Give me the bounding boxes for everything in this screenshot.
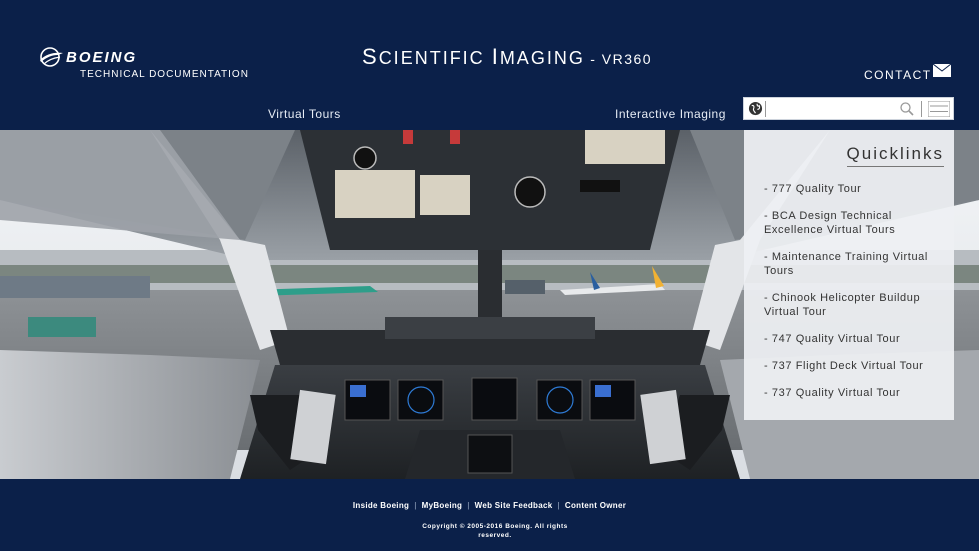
boeing-logo[interactable]: BOEING bbox=[38, 44, 137, 70]
quicklinks-title: Quicklinks bbox=[846, 144, 944, 167]
footer-link-myboeing[interactable]: MyBoeing bbox=[422, 501, 463, 510]
quicklink-777-quality-tour[interactable]: - 777 Quality Tour bbox=[764, 182, 944, 196]
search-divider-2 bbox=[921, 101, 922, 117]
nav-virtual-tours[interactable]: Virtual Tours bbox=[268, 107, 341, 121]
quicklinks-list: - 777 Quality Tour - BCA Design Technica… bbox=[764, 182, 944, 413]
footer-link-inside-boeing[interactable]: Inside Boeing bbox=[353, 501, 409, 510]
footer-links: Inside Boeing | MyBoeing | Web Site Feedback… bbox=[0, 501, 979, 510]
globe-icon[interactable] bbox=[748, 101, 763, 116]
page-title: SCIENTIFIC IMAGING - VR360 bbox=[362, 44, 653, 69]
nav-interactive-imaging[interactable]: Interactive Imaging bbox=[615, 107, 726, 121]
quicklink-chinook-helicopter-buildup[interactable]: - Chinook Helicopter Buildup Virtual Tou… bbox=[764, 291, 944, 319]
quicklink-737-quality-virtual-tour[interactable]: - 737 Quality Virtual Tour bbox=[764, 386, 944, 400]
boeing-symbol-icon bbox=[40, 47, 63, 67]
copyright-text: Copyright © 2005-2016 Boeing. All rights… bbox=[422, 523, 568, 539]
search-divider bbox=[765, 101, 766, 117]
quicklinks-panel: Quicklinks - 777 Quality Tour - BCA Desi… bbox=[744, 130, 954, 420]
site-footer: Inside Boeing | MyBoeing | Web Site Feedback… bbox=[0, 479, 979, 551]
logo-wordmark: BOEING bbox=[66, 48, 138, 66]
footer-link-web-site-feedback[interactable]: Web Site Feedback bbox=[475, 501, 553, 510]
quicklink-bca-design-technical-excellence[interactable]: - BCA Design Technical Excellence Virtua… bbox=[764, 209, 944, 237]
footer-separator: | bbox=[467, 501, 470, 510]
menu-icon[interactable] bbox=[928, 101, 950, 117]
site-subtitle: TECHNICAL DOCUMENTATION bbox=[80, 69, 249, 80]
search-input[interactable] bbox=[768, 100, 902, 119]
quicklink-747-quality-virtual-tour[interactable]: - 747 Quality Virtual Tour bbox=[764, 332, 944, 346]
footer-link-content-owner[interactable]: Content Owner bbox=[565, 501, 626, 510]
footer-separator: | bbox=[414, 501, 417, 510]
quicklink-737-flight-deck-virtual-tour[interactable]: - 737 Flight Deck Virtual Tour bbox=[764, 359, 944, 373]
mail-icon[interactable] bbox=[933, 64, 951, 77]
search-bar bbox=[743, 97, 954, 120]
site-header: BOEING TECHNICAL DOCUMENTATION SCIENTIFI… bbox=[0, 0, 979, 130]
contact-link[interactable]: CONTACT bbox=[864, 68, 932, 82]
search-icon[interactable] bbox=[899, 101, 915, 117]
quicklink-maintenance-training[interactable]: - Maintenance Training Virtual Tours bbox=[764, 250, 944, 278]
footer-separator: | bbox=[557, 501, 560, 510]
